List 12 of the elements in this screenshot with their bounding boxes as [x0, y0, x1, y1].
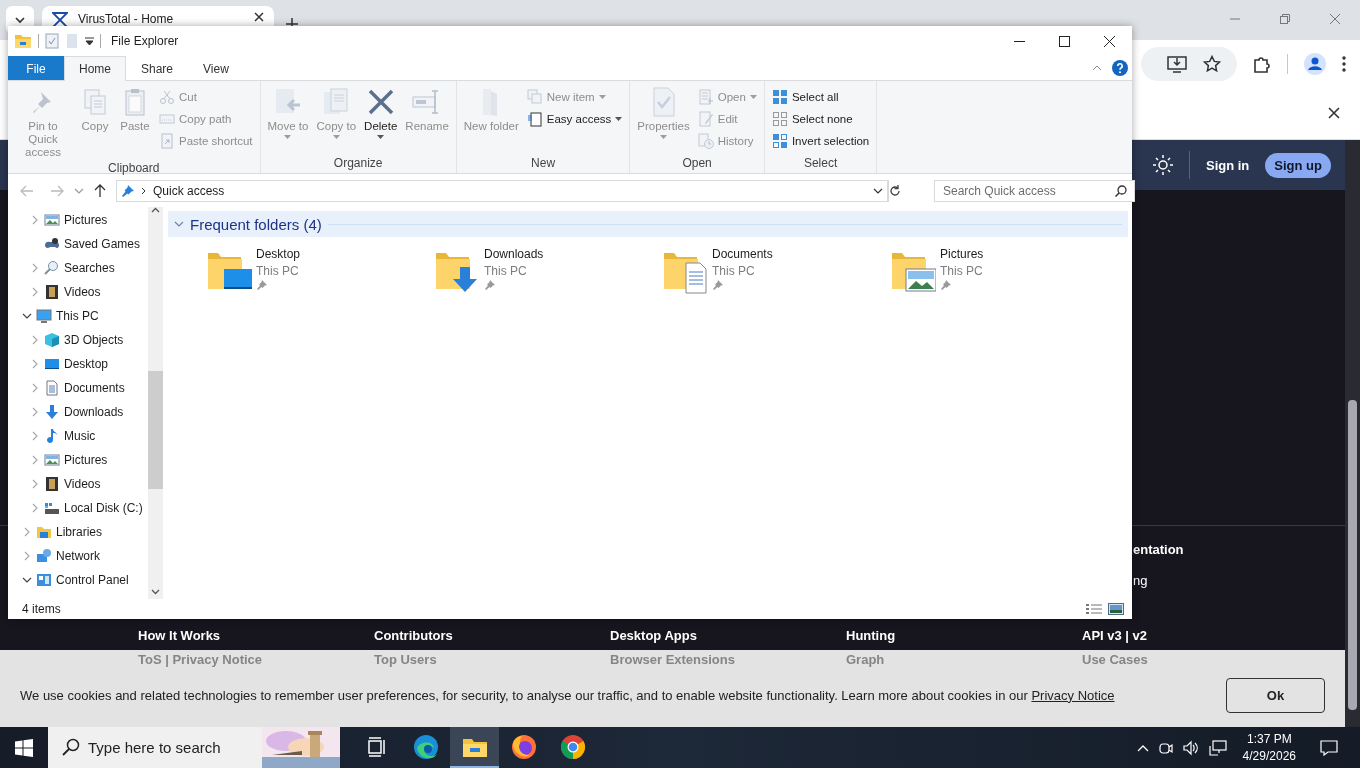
folder-location: This PC [484, 264, 528, 278]
group-label: Select [802, 156, 839, 172]
folder-location: This PC [940, 264, 984, 278]
group-label: Clipboard [107, 161, 161, 177]
group-label: New [530, 156, 557, 172]
cookie-notice: We use cookies and related technologies to remember user preferences, for security, to analyse our traffic, and to enable website functionality. Learn more about cookies in our Privacy Notice [20, 686, 1116, 704]
group-label: Organize [332, 156, 384, 172]
group-label: Open [681, 156, 713, 172]
footer-heading: entation [1133, 542, 1185, 557]
folder-location: This PC [256, 264, 300, 278]
status-text: 4 items [22, 602, 61, 616]
folder-location: This PC [712, 264, 756, 278]
